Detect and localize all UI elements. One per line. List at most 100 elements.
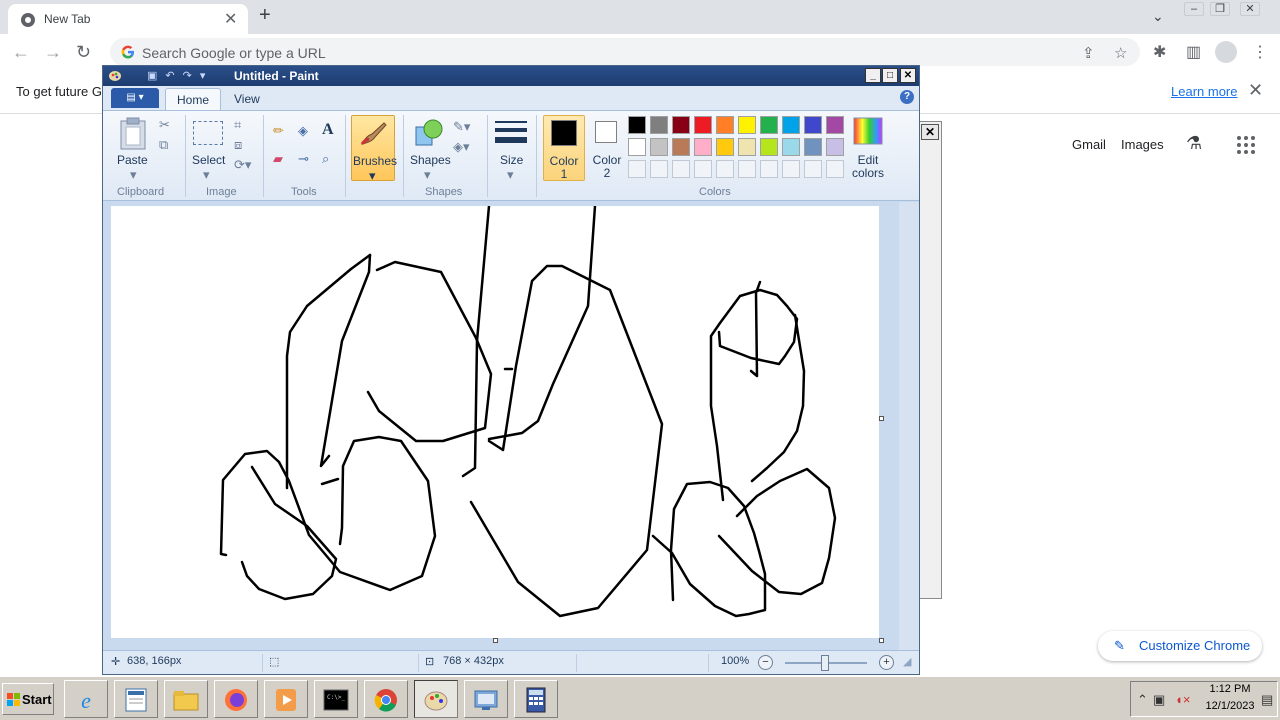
color-picker-icon[interactable]: ⊸	[298, 151, 309, 167]
size-dropdown-icon[interactable]: ▾	[507, 167, 514, 183]
clock-date[interactable]: 12/1/2023	[1200, 700, 1260, 712]
extensions-icon[interactable]: ✱	[1153, 42, 1166, 62]
resize-icon[interactable]: ⧈	[234, 137, 242, 153]
google-apps-icon[interactable]	[1237, 136, 1255, 154]
vertical-scrollbar[interactable]	[899, 202, 919, 650]
paint-maximize-button[interactable]: □	[882, 68, 898, 83]
custom-color-slot[interactable]	[826, 160, 844, 178]
custom-color-slot[interactable]	[672, 160, 690, 178]
cut-icon[interactable]: ✂	[159, 117, 170, 133]
canvas-resize-handle-bottom[interactable]	[493, 638, 498, 643]
close-window-button[interactable]: ✕	[1240, 2, 1260, 16]
info-bar-close-icon[interactable]: ✕	[1248, 80, 1263, 101]
chrome-menu-icon[interactable]: ⋮	[1252, 42, 1268, 62]
reload-icon[interactable]: ↻	[76, 42, 91, 63]
text-tool-icon[interactable]: A	[322, 121, 334, 139]
palette-swatch[interactable]	[628, 116, 646, 134]
edit-colors-label-line1[interactable]: Edit	[851, 153, 885, 167]
custom-color-slot[interactable]	[694, 160, 712, 178]
paint-minimize-button[interactable]: _	[865, 68, 881, 83]
help-icon[interactable]: ?	[900, 90, 914, 104]
images-link[interactable]: Images	[1121, 137, 1164, 152]
palette-swatch[interactable]	[694, 116, 712, 134]
side-panel-icon[interactable]: ▥	[1186, 42, 1201, 62]
palette-swatch[interactable]	[826, 116, 844, 134]
palette-swatch[interactable]	[672, 138, 690, 156]
resize-grip-icon[interactable]: ◢	[903, 655, 911, 668]
labs-flask-icon[interactable]: ⚗	[1186, 133, 1202, 154]
palette-swatch[interactable]	[738, 116, 756, 134]
paste-button[interactable]: Paste	[117, 153, 148, 167]
tab-view[interactable]: View	[223, 88, 271, 110]
custom-color-slot[interactable]	[738, 160, 756, 178]
size-button[interactable]: Size	[500, 153, 523, 167]
taskbar-file-explorer-button[interactable]	[164, 680, 208, 718]
start-button[interactable]: Start	[2, 683, 54, 715]
palette-swatch[interactable]	[694, 138, 712, 156]
paste-dropdown-icon[interactable]: ▾	[130, 167, 137, 183]
palette-swatch[interactable]	[738, 138, 756, 156]
clock-time[interactable]: 1:12 PM	[1200, 683, 1260, 695]
taskbar-media-player-button[interactable]	[264, 680, 308, 718]
palette-swatch[interactable]	[650, 138, 668, 156]
magnifier-icon[interactable]: ⌕	[322, 151, 329, 167]
tab-close-icon[interactable]: ✕	[224, 9, 237, 29]
tab-new-tab[interactable]: New Tab ✕	[8, 4, 248, 34]
palette-swatch[interactable]	[826, 138, 844, 156]
palette-swatch[interactable]	[628, 138, 646, 156]
palette-swatch[interactable]	[672, 116, 690, 134]
paint-close-button[interactable]: ✕	[900, 68, 916, 83]
custom-color-slot[interactable]	[716, 160, 734, 178]
select-dropdown-icon[interactable]: ▾	[203, 167, 210, 183]
taskbar-internet-explorer-button[interactable]: e	[64, 680, 108, 718]
taskbar-firefox-button[interactable]	[214, 680, 258, 718]
taskbar-paint-button[interactable]	[414, 680, 458, 718]
select-button[interactable]: Select	[192, 153, 225, 167]
outline-icon[interactable]: ✎▾	[453, 119, 470, 135]
palette-swatch[interactable]	[782, 116, 800, 134]
canvas-resize-handle-corner[interactable]	[879, 638, 884, 643]
gmail-link[interactable]: Gmail	[1072, 137, 1106, 152]
volume-muted-icon[interactable]: ◖×	[1175, 692, 1190, 707]
palette-swatch[interactable]	[716, 138, 734, 156]
quick-access-toolbar[interactable]: ▣↶↷▾	[147, 69, 213, 82]
custom-color-slot[interactable]	[760, 160, 778, 178]
learn-more-link[interactable]: Learn more	[1171, 84, 1237, 99]
tab-search-icon[interactable]: ⌄	[1152, 8, 1164, 25]
paint-file-menu-button[interactable]: ▤ ▾	[111, 88, 159, 108]
paint-title-bar[interactable]: ▣↶↷▾ Untitled - Paint _ □ ✕	[103, 66, 919, 86]
eraser-icon[interactable]: ▰	[273, 151, 283, 167]
share-icon[interactable]: ⇪	[1082, 44, 1095, 62]
custom-color-slot[interactable]	[628, 160, 646, 178]
notification-icon[interactable]: ▤	[1261, 692, 1273, 708]
rotate-icon[interactable]: ⟳▾	[234, 157, 251, 173]
palette-swatch[interactable]	[650, 116, 668, 134]
crop-icon[interactable]: ⌗	[234, 117, 241, 133]
custom-color-slot[interactable]	[804, 160, 822, 178]
taskbar-chrome-button[interactable]	[364, 680, 408, 718]
restore-window-button[interactable]: ❐	[1210, 2, 1230, 16]
fill-icon[interactable]: ◈▾	[453, 139, 470, 155]
color2-button[interactable]: Color 2	[587, 115, 627, 181]
edit-colors-label-line2[interactable]: colors	[849, 166, 887, 180]
omnibox[interactable]: Search Google or type a URL ⇪ ☆	[110, 38, 1140, 66]
taskbar-network-settings-button[interactable]	[464, 680, 508, 718]
show-hidden-icons-icon[interactable]: ⌃	[1137, 692, 1148, 708]
back-arrow-icon[interactable]: ←	[12, 42, 30, 63]
new-tab-button[interactable]: +	[259, 4, 271, 27]
shapes-button[interactable]: Shapes	[410, 153, 451, 167]
drawing-canvas[interactable]	[111, 206, 879, 638]
background-dialog-close-icon[interactable]: ✕	[921, 124, 939, 140]
fill-bucket-icon[interactable]: ◈	[298, 123, 308, 139]
palette-swatch[interactable]	[760, 116, 778, 134]
custom-color-slot[interactable]	[650, 160, 668, 178]
tab-home[interactable]: Home	[165, 88, 222, 110]
taskbar-wordpad-button[interactable]	[114, 680, 158, 718]
palette-swatch[interactable]	[716, 116, 734, 134]
network-icon[interactable]: ▣	[1153, 692, 1165, 708]
custom-color-slot[interactable]	[782, 160, 800, 178]
palette-swatch[interactable]	[804, 138, 822, 156]
palette-swatch[interactable]	[782, 138, 800, 156]
pencil-tool-icon[interactable]: ✏	[273, 123, 284, 139]
taskbar-calculator-button[interactable]	[514, 680, 558, 718]
